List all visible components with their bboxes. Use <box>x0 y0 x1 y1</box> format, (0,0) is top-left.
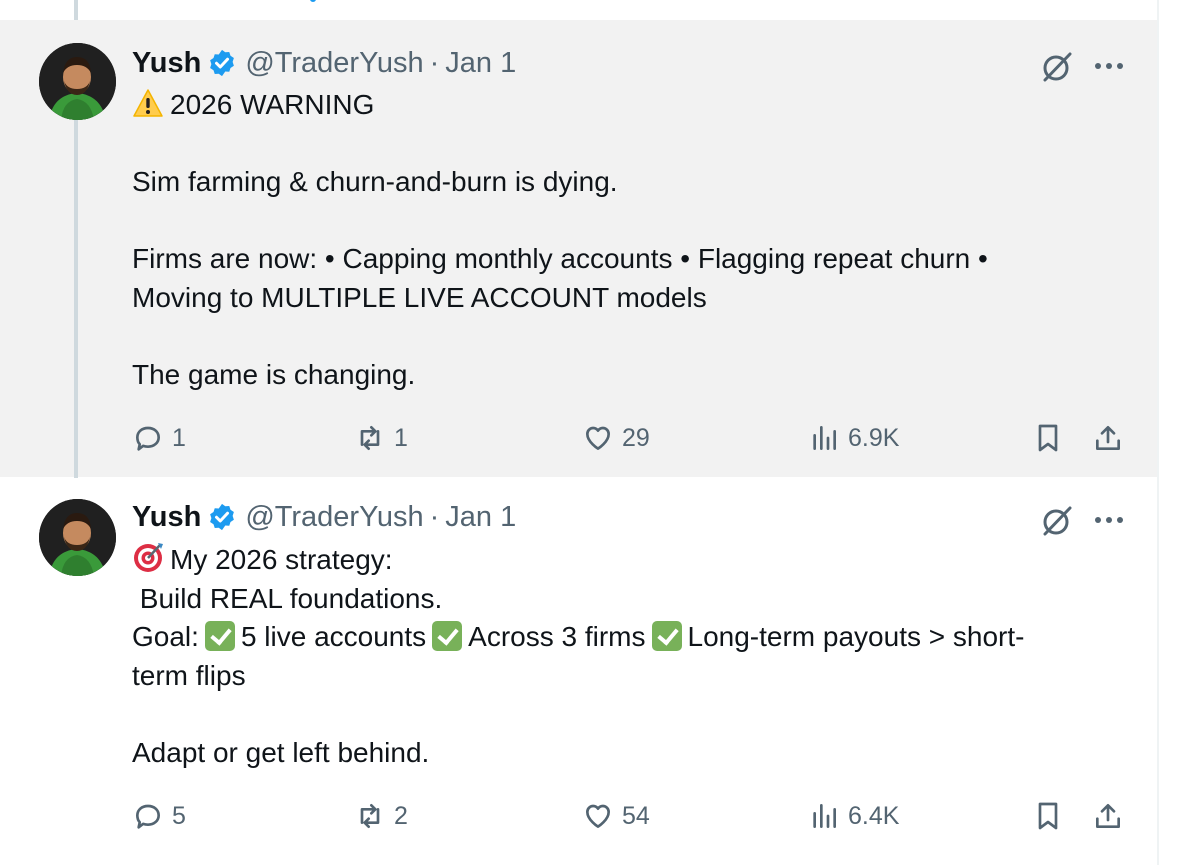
author-name[interactable]: Yush <box>132 501 201 534</box>
goal-item: 5 live accounts <box>240 621 427 652</box>
author-handle[interactable]: @TraderYush <box>245 501 423 534</box>
like-count: 29 <box>622 423 650 452</box>
tweet-line: Moving to MULTIPLE LIVE ACCOUNT models <box>132 281 707 313</box>
repost-icon <box>360 426 380 450</box>
check-icon <box>651 621 682 651</box>
reply-count: 5 <box>172 801 186 830</box>
repost-button[interactable]: 1 <box>354 418 408 458</box>
avatar[interactable] <box>39 499 116 576</box>
tweet-text: My 2026 strategy: Build REAL foundations… <box>132 541 1122 772</box>
check-icon <box>432 621 463 651</box>
tweet-line: My 2026 strategy: <box>170 544 393 575</box>
reply-button[interactable]: 5 <box>132 796 186 836</box>
views-button[interactable]: 6.4K <box>808 796 899 836</box>
views-button[interactable]: 6.9K <box>808 418 899 458</box>
more-options-icon[interactable] <box>1092 56 1126 76</box>
tweet-line: Firms are now: • Capping monthly account… <box>132 243 988 274</box>
views-icon <box>813 804 836 828</box>
bookmark-icon <box>1038 424 1058 452</box>
grok-icon[interactable] <box>1040 504 1074 538</box>
separator-dot: · <box>429 500 440 533</box>
tweet-line: Sim farming & churn-and-burn is dying. <box>132 166 618 197</box>
repost-button[interactable]: 2 <box>354 796 408 836</box>
share-icon <box>1096 804 1120 828</box>
verified-badge-icon <box>210 503 235 531</box>
tweet-line: Adapt or get left behind. <box>132 736 430 768</box>
avatar[interactable] <box>39 43 116 120</box>
more-options-icon[interactable] <box>1092 510 1126 530</box>
repost-count: 1 <box>394 423 408 452</box>
like-button[interactable]: 54 <box>582 796 650 836</box>
views-icon <box>813 426 836 450</box>
goal-item: Long-term payouts > short- <box>687 621 1025 652</box>
reply-count: 1 <box>172 423 186 452</box>
timeline-border <box>1157 0 1159 865</box>
tweet-2[interactable]: Yush @TraderYush · Jan 1 My 2026 strateg… <box>0 478 1157 856</box>
views-count: 6.4K <box>848 801 900 830</box>
verified-badge-icon <box>210 49 235 77</box>
repost-count: 2 <box>394 801 408 830</box>
grok-icon[interactable] <box>1040 50 1074 84</box>
tweet-header: Yush @TraderYush · Jan 1 <box>132 500 516 534</box>
like-button[interactable]: 29 <box>582 418 650 458</box>
tweet-date[interactable]: Jan 1 <box>445 47 516 80</box>
tweet-date[interactable]: Jan 1 <box>445 501 516 534</box>
share-button[interactable] <box>1092 418 1124 458</box>
check-icon <box>204 621 235 651</box>
goal-item: Across 3 firms <box>468 621 646 652</box>
tweet-header: Yush @TraderYush · Jan 1 <box>132 46 516 80</box>
bookmark-button[interactable] <box>1032 418 1064 458</box>
repost-icon <box>360 804 380 828</box>
link-dot <box>310 0 316 2</box>
author-handle[interactable]: @TraderYush <box>245 47 423 80</box>
tweet-line: Build REAL foundations. <box>132 582 443 614</box>
heart-icon <box>586 804 610 828</box>
separator-dot: · <box>429 46 440 79</box>
tweet-line: The game is changing. <box>132 358 416 390</box>
target-icon <box>134 543 163 572</box>
reply-button[interactable]: 1 <box>132 418 186 458</box>
share-button[interactable] <box>1092 796 1124 836</box>
reply-icon <box>136 804 160 829</box>
previous-tweet-edge <box>0 0 1157 20</box>
bookmark-icon <box>1038 802 1058 830</box>
goal-label: Goal: <box>132 621 199 652</box>
views-count: 6.9K <box>848 423 900 452</box>
heart-icon <box>586 426 610 450</box>
tweet-actions: 5 2 54 6.4K <box>132 796 1132 836</box>
bookmark-button[interactable] <box>1032 796 1064 836</box>
tweet-actions: 1 1 29 6.9K <box>132 418 1132 458</box>
warning-icon <box>133 89 163 117</box>
like-count: 54 <box>622 801 650 830</box>
reply-icon <box>136 426 160 451</box>
author-name[interactable]: Yush <box>132 47 201 80</box>
tweet-1[interactable]: Yush @TraderYush · Jan 1 2026 WARNING Si… <box>0 20 1157 480</box>
tweet-line: 2026 WARNING <box>170 89 375 120</box>
thread-connector <box>74 120 78 480</box>
tweet-text: 2026 WARNING Sim farming & churn-and-bur… <box>132 86 1122 394</box>
share-icon <box>1096 426 1120 450</box>
tweet-line: term flips <box>132 659 246 691</box>
